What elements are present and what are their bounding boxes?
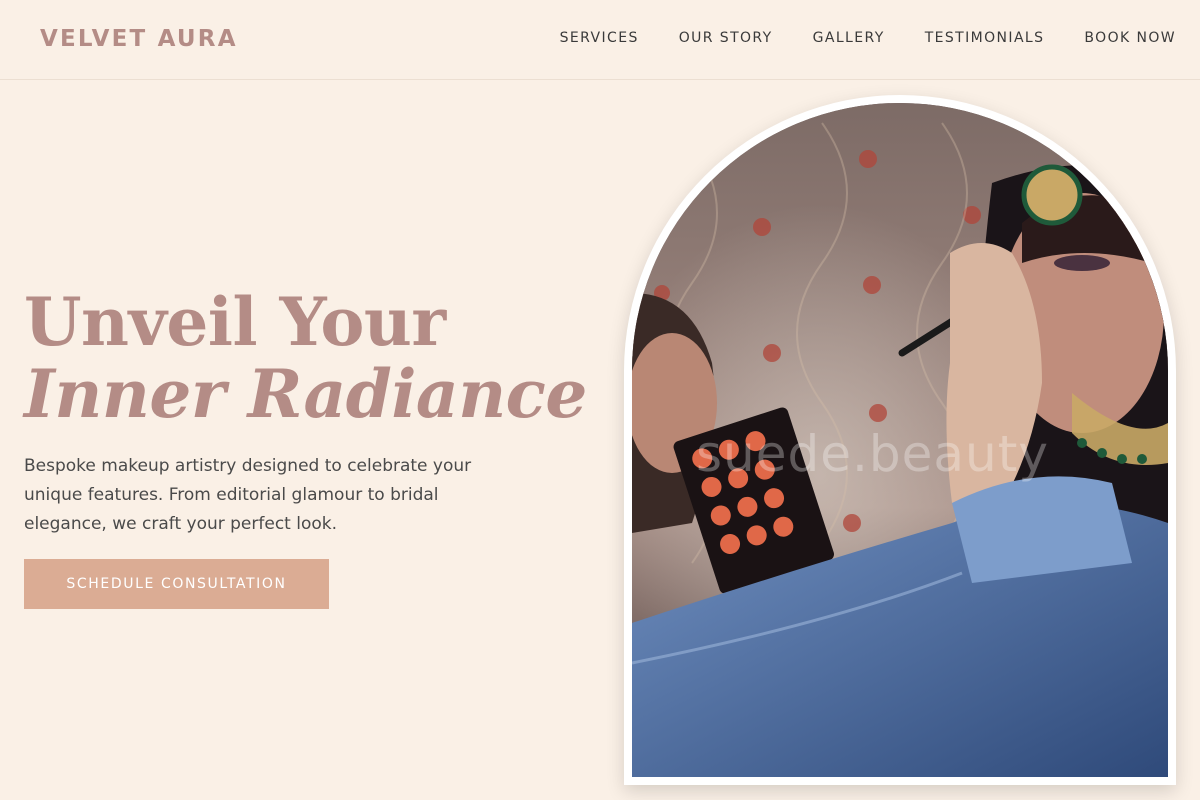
- hero-title: Unveil Your Inner Radiance: [24, 286, 587, 430]
- hero-description: Bespoke makeup artistry designed to cele…: [24, 456, 472, 534]
- main-nav: SERVICES OUR STORY GALLERY TESTIMONIALS …: [560, 30, 1176, 46]
- hero-image: suede.beauty: [632, 103, 1168, 777]
- site-header: VELVET AURA SERVICES OUR STORY GALLERY T…: [0, 0, 1200, 80]
- nav-our-story[interactable]: OUR STORY: [679, 30, 773, 46]
- nav-services[interactable]: SERVICES: [560, 30, 639, 46]
- hero-title-line2: Inner Radiance: [24, 355, 587, 433]
- nav-book-now[interactable]: BOOK NOW: [1084, 30, 1176, 46]
- nav-gallery[interactable]: GALLERY: [813, 30, 885, 46]
- hero-image-frame: suede.beauty: [624, 95, 1176, 785]
- nav-testimonials[interactable]: TESTIMONIALS: [925, 30, 1045, 46]
- hero-title-line1: Unveil Your: [24, 283, 446, 361]
- brand-logo[interactable]: VELVET AURA: [40, 26, 238, 52]
- schedule-consultation-button[interactable]: SCHEDULE CONSULTATION: [24, 559, 329, 609]
- image-watermark: suede.beauty: [696, 425, 1049, 483]
